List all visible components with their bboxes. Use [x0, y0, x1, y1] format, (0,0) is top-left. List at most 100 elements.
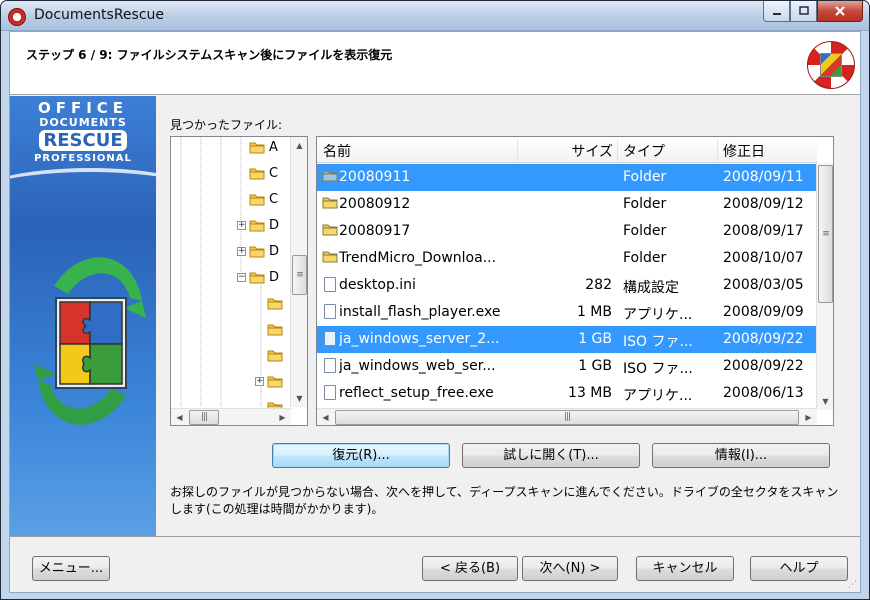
- tree-item[interactable]: [171, 291, 291, 317]
- resize-grip-icon[interactable]: ⋰: [848, 580, 860, 592]
- column-modified[interactable]: 修正日: [723, 141, 765, 161]
- back-button[interactable]: < 戻る(B): [422, 556, 518, 581]
- menu-button[interactable]: メニュー...: [32, 556, 110, 581]
- tree-item[interactable]: − D: [171, 265, 291, 291]
- file-type: アプリケ...: [623, 307, 693, 323]
- close-button[interactable]: [817, 1, 863, 22]
- window-title: DocumentsRescue: [34, 7, 165, 23]
- maximize-icon: [798, 6, 809, 15]
- tree-item-label: D: [269, 270, 280, 285]
- file-row[interactable]: 20080911 Folder 2008/09/11: [317, 164, 817, 191]
- footer-divider: [10, 536, 860, 537]
- tree-item[interactable]: C: [171, 187, 291, 213]
- file-type: 構成設定: [623, 280, 679, 296]
- brand-logo: OFFICE DOCUMENTS RESCUE PROFESSIONAL: [10, 99, 156, 164]
- info-button[interactable]: 情報(I)...: [652, 443, 830, 468]
- column-type[interactable]: タイプ: [623, 141, 665, 161]
- file-icon: [322, 385, 336, 400]
- column-name[interactable]: 名前: [323, 141, 351, 161]
- title-bar[interactable]: DocumentsRescue: [1, 1, 869, 31]
- tree-scroll-up-icon[interactable]: ▲: [291, 137, 307, 154]
- next-button[interactable]: 次へ(N) >: [522, 556, 618, 581]
- file-modified: 2008/09/22: [723, 358, 804, 374]
- tree-item[interactable]: A: [171, 137, 291, 161]
- tree-scroll-thumb[interactable]: ≡: [292, 255, 307, 295]
- file-name: 20080917: [339, 223, 411, 239]
- tree-scroll-down-icon[interactable]: ▼: [291, 390, 307, 407]
- wizard-header: ステップ 6 / 9: ファイルシステムスキャン後にファイルを表示復元: [10, 32, 860, 95]
- minimize-button[interactable]: [763, 1, 790, 22]
- file-row[interactable]: install_flash_player.exe 1 MB アプリケ... 2008/…: [317, 299, 817, 326]
- list-hscroll-thumb[interactable]: |||: [335, 410, 799, 425]
- tree-horizontal-scrollbar[interactable]: ◀ ||| ▶: [171, 408, 291, 425]
- help-button[interactable]: ヘルプ: [750, 556, 848, 581]
- list-scroll-right-icon[interactable]: ▶: [800, 409, 817, 425]
- file-icon: [322, 277, 336, 292]
- file-type: ISO ファ...: [623, 361, 693, 377]
- tree-expand-icon[interactable]: +: [255, 377, 264, 386]
- file-modified: 2008/09/17: [723, 223, 804, 239]
- step-title: ステップ 6 / 9: ファイルシステムスキャン後にファイルを表示復元: [26, 48, 393, 62]
- file-row[interactable]: TrendMicro_Downloa... Folder 2008/10/07: [317, 245, 817, 272]
- list-vertical-scrollbar[interactable]: ≡ ▼: [816, 163, 833, 410]
- file-icon: [322, 304, 336, 319]
- tree-expand-icon[interactable]: +: [237, 247, 246, 256]
- folder-icon: [322, 169, 338, 186]
- file-name: TrendMicro_Downloa...: [339, 250, 497, 266]
- file-type: Folder: [623, 169, 667, 185]
- tree-item[interactable]: +: [171, 369, 291, 395]
- file-name: reflect_setup_free.exe: [339, 385, 494, 401]
- tree-item-label: C: [269, 166, 279, 181]
- folder-tree[interactable]: A C C + D + D − D + ▲ ≡ ▼ ◀ ||| ▶: [170, 136, 308, 426]
- lifebuoy-logo-icon: [807, 41, 855, 89]
- folder-icon: [322, 250, 338, 267]
- tree-item[interactable]: [171, 317, 291, 343]
- list-scroll-down-icon[interactable]: ▼: [817, 393, 833, 410]
- deep-scan-hint: お探しのファイルが見つからない場合、次へを押して、ディープスキャンに進んでくださ…: [170, 485, 839, 516]
- tree-item[interactable]: + D: [171, 213, 291, 239]
- minimize-icon: [772, 13, 781, 15]
- file-type: Folder: [623, 223, 667, 239]
- file-type: ISO ファ...: [623, 334, 693, 350]
- folder-icon: [249, 167, 265, 183]
- list-horizontal-scrollbar[interactable]: ◀ ||| ▶: [317, 408, 817, 425]
- tree-collapse-icon[interactable]: −: [237, 273, 246, 282]
- try-open-button[interactable]: 試しに開く(T)...: [462, 443, 640, 468]
- tree-item-label: A: [269, 140, 278, 155]
- file-icon: [322, 358, 336, 373]
- tree-expand-icon[interactable]: +: [237, 221, 246, 230]
- file-row[interactable]: desktop.ini 282 構成設定 2008/03/05: [317, 272, 817, 299]
- tree-vertical-scrollbar[interactable]: ▲ ≡ ▼: [290, 137, 307, 407]
- column-size[interactable]: サイズ: [547, 141, 613, 161]
- tree-scroll-right-icon[interactable]: ▶: [274, 409, 291, 425]
- tree-item[interactable]: C: [171, 161, 291, 187]
- file-type: Folder: [623, 250, 667, 266]
- cancel-button[interactable]: キャンセル: [636, 556, 734, 581]
- tree-scroll-left-icon[interactable]: ◀: [171, 409, 188, 425]
- brand-line-office: OFFICE: [37, 99, 129, 117]
- list-scroll-left-icon[interactable]: ◀: [317, 409, 334, 425]
- restore-button[interactable]: 復元(R)...: [272, 443, 450, 468]
- found-files-label: 見つかったファイル:: [170, 118, 283, 132]
- brand-line-rescue: RESCUE: [39, 130, 127, 151]
- file-modified: 2008/09/12: [723, 196, 804, 212]
- brand-line-documents: DOCUMENTS: [39, 116, 127, 129]
- file-row[interactable]: reflect_setup_free.exe 13 MB アプリケ... 2008/0…: [317, 380, 817, 407]
- file-size: 1 GB: [578, 358, 612, 374]
- list-scroll-thumb[interactable]: ≡: [818, 165, 833, 303]
- tree-item[interactable]: [171, 343, 291, 369]
- file-name: desktop.ini: [339, 277, 416, 293]
- file-row[interactable]: 20080917 Folder 2008/09/17: [317, 218, 817, 245]
- file-row[interactable]: ja_windows_web_ser... 1 GB ISO ファ... 2008/0…: [317, 353, 817, 380]
- file-name: ja_windows_server_2...: [339, 331, 500, 347]
- tree-item[interactable]: + D: [171, 239, 291, 265]
- folder-icon: [322, 196, 338, 213]
- folder-icon: [267, 375, 283, 391]
- file-row[interactable]: 20080912 Folder 2008/09/12: [317, 191, 817, 218]
- app-window: DocumentsRescue ステップ 6 / 9: ファイルシステムスキャン…: [0, 0, 870, 600]
- file-list[interactable]: 名前 サイズ タイプ 修正日 20080911 Folder 2008/09/11 2…: [316, 136, 834, 426]
- tree-hscroll-thumb[interactable]: |||: [189, 410, 219, 425]
- maximize-button[interactable]: [790, 1, 817, 22]
- folder-icon: [267, 349, 283, 365]
- file-row[interactable]: ja_windows_server_2... 1 GB ISO ファ... 2008/…: [317, 326, 817, 353]
